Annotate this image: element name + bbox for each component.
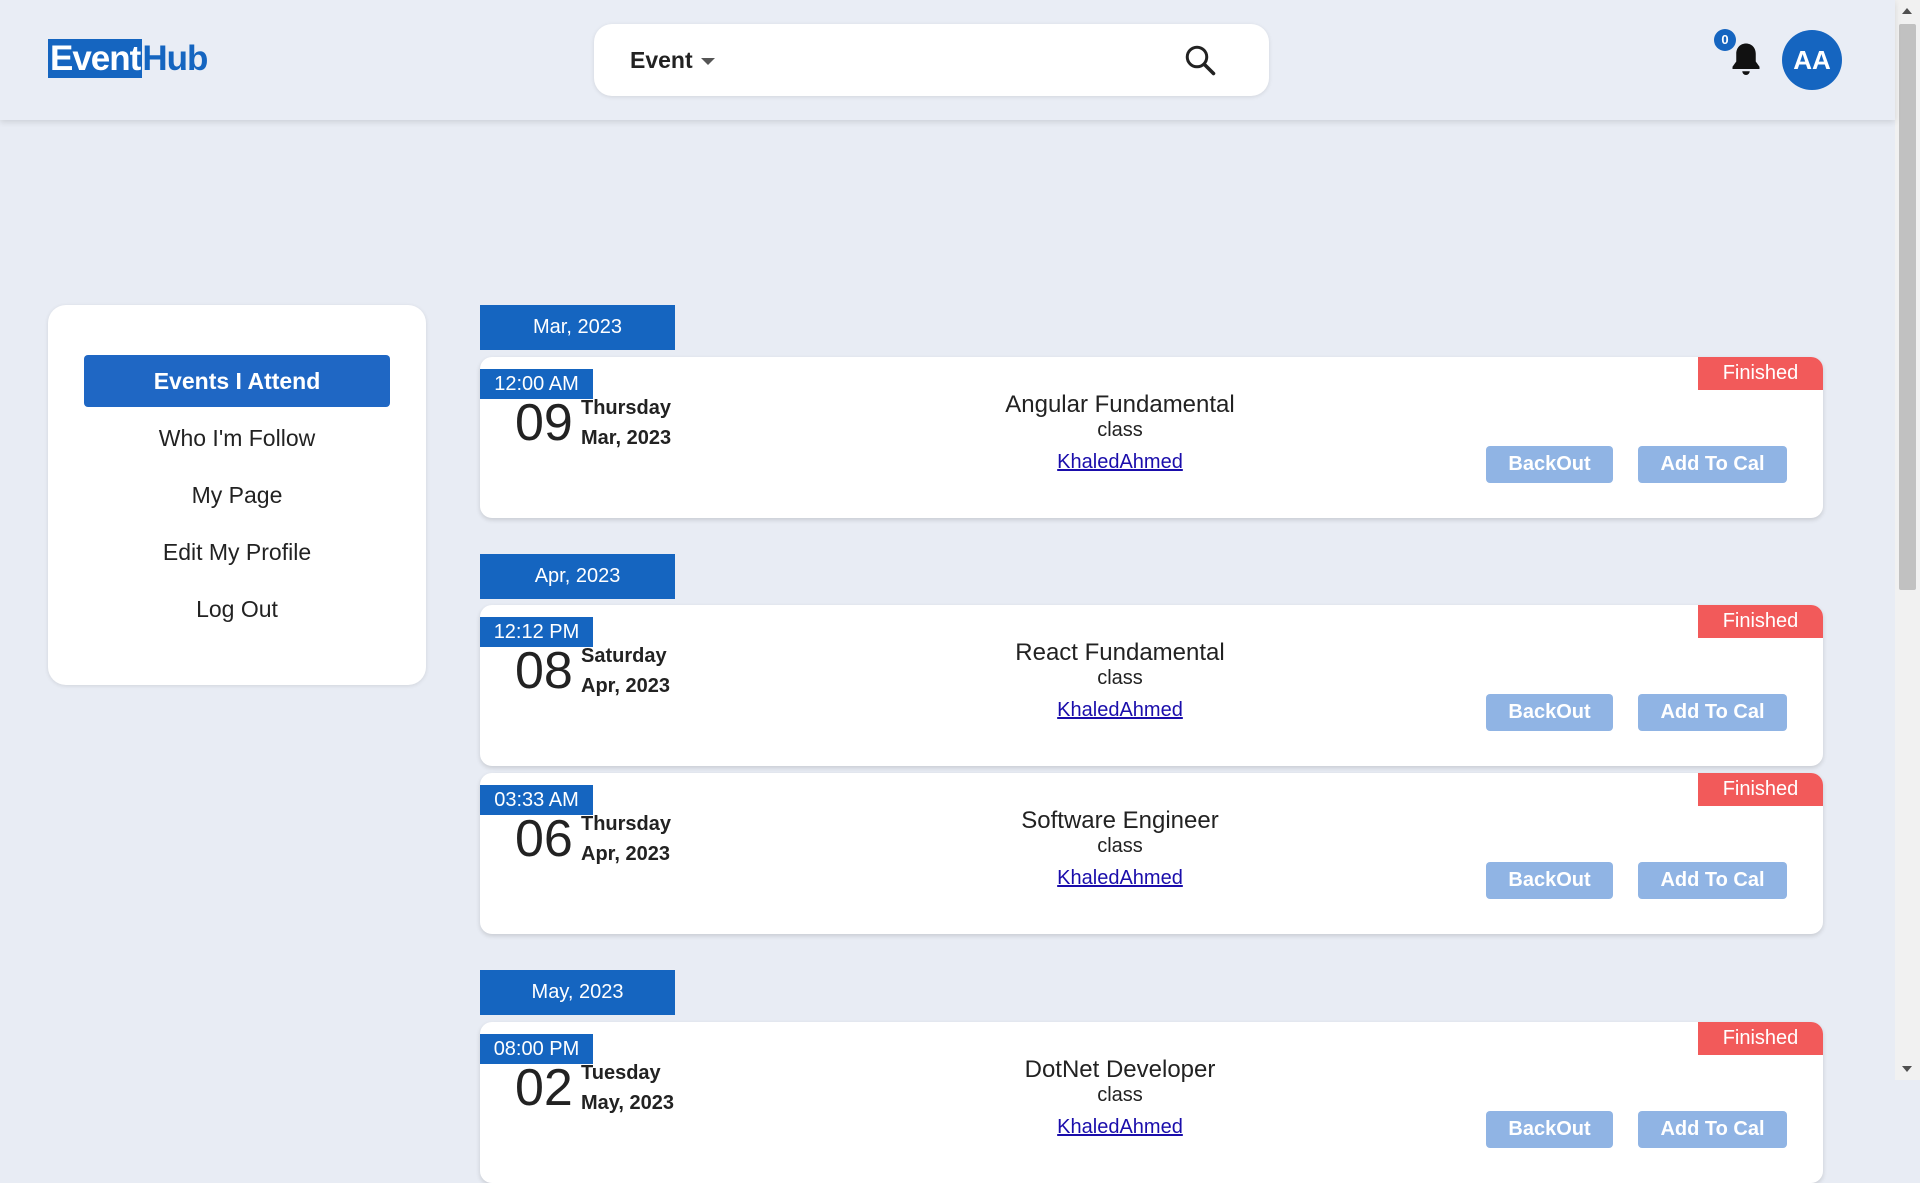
event-title: Angular Fundamental [1005, 391, 1235, 418]
caret-down-icon [700, 58, 715, 66]
event-month-year: Mar, 2023 [581, 427, 672, 449]
event-type: class [1097, 1084, 1143, 1106]
add-to-calendar-button[interactable]: Add To Cal [1638, 1111, 1787, 1148]
top-header: EventHub Event 0 AA [0, 0, 1895, 120]
scroll-up-arrow-icon[interactable] [1902, 8, 1912, 14]
add-to-calendar-button[interactable]: Add To Cal [1638, 862, 1787, 899]
backout-button[interactable]: BackOut [1486, 1111, 1613, 1148]
status-badge: Finished [1698, 773, 1823, 806]
status-badge: Finished [1698, 605, 1823, 638]
backout-button[interactable]: BackOut [1486, 694, 1613, 731]
organizer-link[interactable]: KhaledAhmed [1057, 451, 1183, 474]
event-month-year: May, 2023 [581, 1092, 675, 1114]
event-weekday: Tuesday [581, 1062, 661, 1084]
organizer-link[interactable]: KhaledAhmed [1057, 699, 1183, 722]
sidebar-item-my-page[interactable]: My Page [84, 469, 390, 521]
backout-button[interactable]: BackOut [1486, 446, 1613, 483]
event-details: React Fundamental class KhaledAhmed [860, 639, 1380, 722]
month-group-label: Apr, 2023 [480, 554, 675, 599]
profile-sidebar: Events I Attend Who I'm Follow My Page E… [48, 305, 426, 685]
add-to-calendar-button[interactable]: Add To Cal [1638, 446, 1787, 483]
search-input[interactable] [754, 40, 1158, 82]
organizer-link[interactable]: KhaledAhmed [1057, 1116, 1183, 1139]
search-type-dropdown[interactable]: Event [630, 24, 715, 96]
event-day: 02 [515, 1059, 573, 1117]
page-scrollbar[interactable] [1895, 0, 1920, 1080]
sidebar-item-events-i-attend[interactable]: Events I Attend [84, 355, 390, 407]
status-badge: Finished [1698, 1022, 1823, 1055]
eventhub-logo[interactable]: EventHub [48, 38, 208, 80]
event-day: 08 [515, 642, 573, 700]
event-weekday: Thursday [581, 397, 672, 419]
logo-part-hub: Hub [142, 39, 208, 78]
event-type: class [1097, 667, 1143, 689]
event-day: 06 [515, 810, 573, 868]
organizer-link[interactable]: KhaledAhmed [1057, 867, 1183, 890]
event-card: 12:00 AM 09 Thursday Mar, 2023 Angular F… [480, 357, 1823, 518]
event-weekday: Saturday [581, 645, 667, 667]
scroll-down-arrow-icon[interactable] [1902, 1066, 1912, 1072]
event-weekday: Thursday [581, 813, 672, 835]
event-month-year: Apr, 2023 [581, 843, 670, 865]
backout-button[interactable]: BackOut [1486, 862, 1613, 899]
event-details: Software Engineer class KhaledAhmed [860, 807, 1380, 890]
event-card: 03:33 AM 06 Thursday Apr, 2023 Software … [480, 773, 1823, 934]
event-title: React Fundamental [1015, 639, 1225, 666]
event-card: 08:00 PM 02 Tuesday May, 2023 DotNet Dev… [480, 1022, 1823, 1183]
event-title: Software Engineer [1021, 807, 1219, 834]
add-to-calendar-button[interactable]: Add To Cal [1638, 694, 1787, 731]
scrollbar-thumb[interactable] [1899, 24, 1916, 590]
event-card: 12:12 PM 08 Saturday Apr, 2023 React Fun… [480, 605, 1823, 766]
month-group-label: Mar, 2023 [480, 305, 675, 350]
user-avatar[interactable]: AA [1782, 30, 1842, 90]
notification-count-badge: 0 [1714, 29, 1736, 51]
event-details: DotNet Developer class KhaledAhmed [860, 1056, 1380, 1139]
logo-part-event: Event [48, 39, 143, 78]
sidebar-item-log-out[interactable]: Log Out [84, 583, 390, 635]
sidebar-item-who-im-follow[interactable]: Who I'm Follow [84, 412, 390, 464]
sidebar-item-edit-my-profile[interactable]: Edit My Profile [84, 526, 390, 578]
event-month-year: Apr, 2023 [581, 675, 670, 697]
month-group-label: May, 2023 [480, 970, 675, 1015]
status-badge: Finished [1698, 357, 1823, 390]
event-type: class [1097, 419, 1143, 441]
search-bar: Event [594, 24, 1269, 96]
search-icon[interactable] [1182, 42, 1218, 78]
event-day: 09 [515, 394, 573, 452]
search-type-label: Event [630, 47, 693, 73]
event-details: Angular Fundamental class KhaledAhmed [860, 391, 1380, 474]
event-type: class [1097, 835, 1143, 857]
